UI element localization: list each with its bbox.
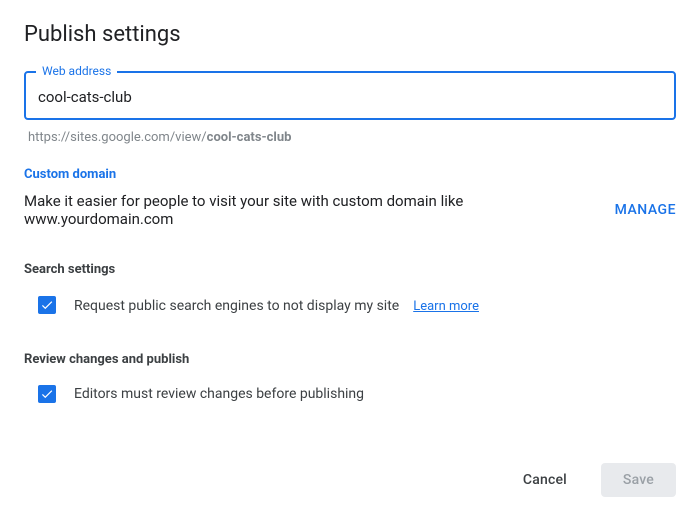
- web-address-label: Web address: [36, 64, 117, 78]
- web-address-field[interactable]: Web address: [24, 71, 676, 120]
- web-address-helper: https://sites.google.com/view/cool-cats-…: [28, 130, 676, 145]
- review-required-checkbox[interactable]: [38, 385, 56, 403]
- custom-domain-description: Make it easier for people to visit your …: [24, 192, 595, 228]
- review-required-label: Editors must review changes before publi…: [74, 386, 364, 402]
- check-icon: [40, 298, 54, 312]
- review-heading: Review changes and publish: [24, 352, 676, 367]
- cancel-button[interactable]: Cancel: [501, 463, 589, 497]
- web-address-helper-slug: cool-cats-club: [207, 130, 292, 145]
- learn-more-link[interactable]: Learn more: [413, 299, 479, 314]
- custom-domain-heading: Custom domain: [24, 167, 676, 182]
- web-address-helper-prefix: https://sites.google.com/view/: [28, 130, 207, 145]
- save-button[interactable]: Save: [601, 463, 676, 497]
- publish-settings-dialog: Publish settings Web address https://sit…: [0, 0, 700, 517]
- check-icon: [40, 387, 54, 401]
- dialog-actions: Cancel Save: [501, 463, 676, 497]
- dialog-title: Publish settings: [24, 22, 676, 47]
- search-noindex-label: Request public search engines to not dis…: [74, 298, 399, 314]
- web-address-input[interactable]: [38, 88, 662, 106]
- manage-button[interactable]: MANAGE: [615, 202, 676, 218]
- search-settings-heading: Search settings: [24, 262, 676, 277]
- search-noindex-checkbox[interactable]: [38, 296, 56, 314]
